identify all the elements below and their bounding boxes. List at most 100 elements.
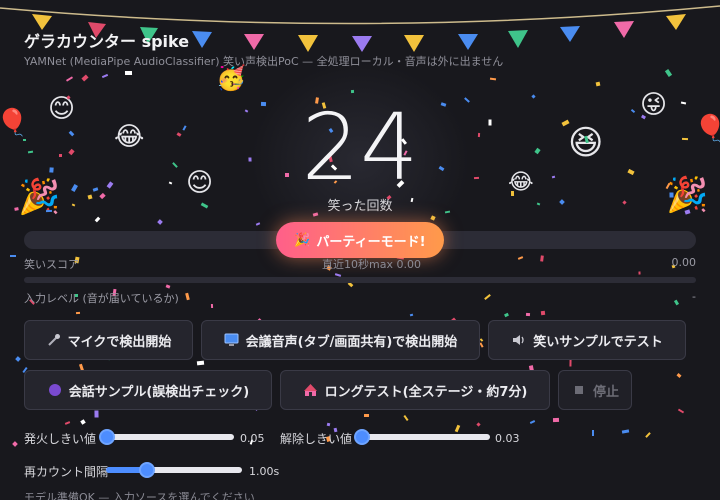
confetti-piece [196, 360, 204, 366]
status-text: モデル準備OK — 入力ソースを選んでください [24, 491, 255, 500]
recount-interval-slider-thumb[interactable] [138, 462, 155, 478]
confetti-piece [476, 422, 481, 427]
circus-tent-icon [303, 382, 319, 398]
long-test-button[interactable]: ロングテスト(全ステージ・約7分) [280, 370, 550, 410]
speaker-icon [511, 332, 527, 348]
balloon-icon-left: 🎈 [0, 108, 29, 138]
confetti-piece [157, 218, 164, 225]
confetti-piece [595, 81, 601, 87]
app-root: ゲラカウンター spike YAMNet (MediaPipe AudioCla… [0, 0, 720, 500]
meeting-audio-start-label: 会議音声(タブ/画面共有)で検出開始 [245, 334, 458, 350]
laugh-counter-label: 笑った回数 [327, 199, 393, 214]
confetti-piece [326, 422, 331, 427]
stop-label: 停止 [592, 384, 619, 400]
stop-square-icon [571, 382, 587, 398]
laugh-sample-test-label: 笑いサンプルでテスト [533, 334, 663, 350]
release-threshold-value: 0.03 [495, 432, 520, 445]
confetti-piece [68, 130, 75, 137]
confetti-piece [14, 356, 21, 363]
confetti-piece [125, 71, 133, 76]
meeting-audio-start-button[interactable]: 会議音声(タブ/画面共有)で検出開始 [201, 320, 480, 360]
confetti-piece [676, 372, 682, 378]
confetti-piece [98, 192, 106, 199]
confetti-piece [168, 181, 173, 186]
confetti-piece [553, 417, 560, 422]
purple-circle-icon [47, 382, 63, 398]
confetti-piece [644, 432, 651, 438]
confetti-piece [64, 421, 71, 425]
party-mode-button[interactable]: 🎉 パーティーモード! [276, 222, 444, 258]
confetti-piece [680, 101, 687, 105]
fire-threshold-value: 0.05 [240, 432, 265, 445]
stop-button[interactable]: 停止 [558, 370, 632, 410]
confetti-piece [534, 148, 541, 155]
mic-start-button[interactable]: マイクで検出開始 [24, 320, 193, 360]
confetti-piece [630, 108, 636, 113]
fire-threshold-label: 発火しきい値 [24, 432, 97, 446]
confetti-piece [540, 255, 544, 263]
confetti-piece [621, 429, 630, 434]
confetti-piece [172, 161, 178, 168]
confetti-piece [71, 203, 75, 207]
balloon-icon-right: 🎈 [694, 114, 720, 144]
confetti-piece [364, 413, 370, 417]
laugh-sample-test-button[interactable]: 笑いサンプルでテスト [488, 320, 686, 360]
fire-threshold-slider-thumb[interactable] [98, 429, 115, 445]
monitor-icon [224, 332, 240, 348]
release-threshold-slider[interactable] [353, 429, 490, 445]
release-threshold-label: 解除しきい値 [280, 432, 353, 446]
confetti-piece [176, 132, 182, 137]
confetti-piece [682, 137, 689, 140]
confetti-piece [483, 294, 491, 301]
tongue-wink-face-icon: 😜 [640, 90, 668, 120]
input-level-bar [24, 277, 696, 283]
confetti-piece [248, 157, 252, 162]
confetti-piece [95, 216, 101, 223]
confetti-piece [94, 410, 99, 418]
confetti-piece [76, 311, 81, 315]
confetti-piece [10, 255, 17, 258]
confetti-piece [182, 124, 187, 131]
input-level-label: 入力レベル (音が届いているか) [24, 292, 179, 305]
confetti-piece [28, 150, 34, 154]
app-title: ゲラカウンター spike [24, 32, 190, 51]
confetti-piece [350, 89, 354, 93]
confetti-piece [81, 74, 89, 82]
confetti-piece [511, 190, 515, 196]
recount-interval-label: 再カウント間隔 [24, 465, 109, 479]
confetti-piece [409, 313, 413, 317]
conversation-sample-button[interactable]: 会話サンプル(誤検出チェック) [24, 370, 272, 410]
confetti-piece [102, 73, 109, 78]
confetti-piece [403, 415, 409, 422]
laugh-score-value: 0.00 [671, 256, 697, 269]
fire-threshold-slider[interactable] [98, 429, 234, 445]
confetti-piece [536, 202, 541, 206]
confetti-piece [79, 419, 86, 425]
confetti-piece [210, 304, 214, 309]
confetti-piece [22, 139, 26, 142]
confetti-piece [622, 200, 627, 205]
recount-interval-slider[interactable] [106, 462, 242, 478]
confetti-piece [669, 192, 674, 199]
party-mode-label: パーティーモード! [316, 234, 426, 250]
conversation-sample-label: 会話サンプル(誤検出チェック) [68, 384, 250, 400]
confetti-piece [66, 76, 74, 82]
confetti-piece [529, 420, 536, 425]
release-threshold-slider-thumb[interactable] [353, 429, 370, 445]
microphone-icon [46, 332, 62, 348]
confetti-piece [503, 312, 509, 318]
laugh-score-window: 直近10秒max 0.00 [322, 258, 421, 271]
confetti-piece [14, 206, 19, 211]
confetti-piece [106, 181, 114, 189]
confetti-piece [569, 359, 572, 367]
party-popper-icon: 🎉 [18, 177, 61, 217]
confetti-piece [92, 187, 99, 192]
confetti-piece [335, 272, 342, 277]
confetti-piece [673, 300, 679, 306]
mic-start-label: マイクで検出開始 [67, 334, 172, 350]
confetti-piece [473, 176, 479, 179]
confetti-piece [454, 424, 461, 433]
confetti-piece [665, 68, 673, 77]
confetti-piece [525, 313, 530, 317]
confetti-piece [166, 284, 171, 289]
